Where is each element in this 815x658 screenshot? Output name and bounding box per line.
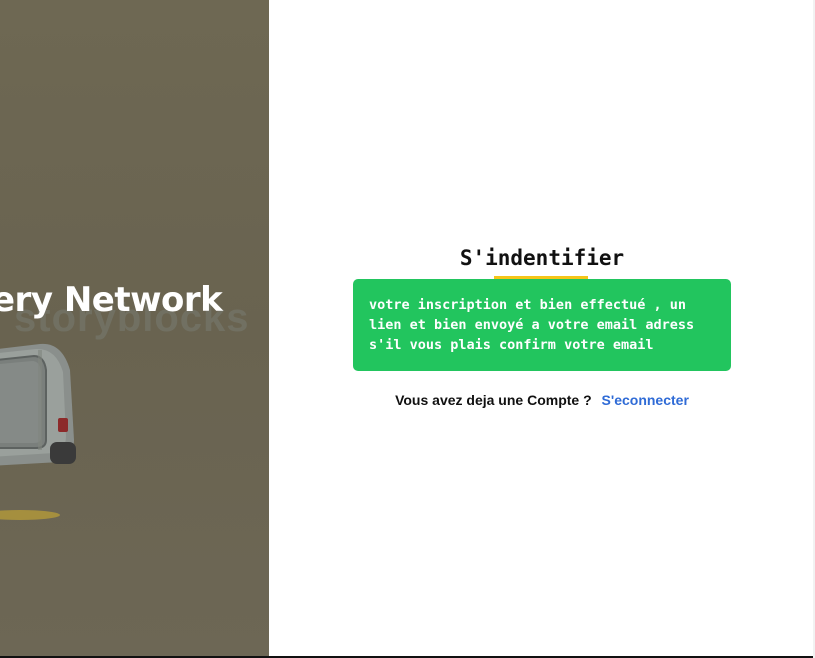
account-prompt-text: Vous avez deja une Compte ? <box>395 392 592 408</box>
hero-title: ery Network <box>0 280 223 320</box>
success-alert: votre inscription et bien effectué , un … <box>353 279 731 371</box>
login-link[interactable]: S'econnecter <box>602 392 689 408</box>
account-prompt-line: Vous avez deja une Compte ? S'econnecter <box>353 392 731 408</box>
alert-message: votre inscription et bien effectué , un … <box>369 297 695 353</box>
hero-panel: storyblocks ery Network <box>0 0 269 656</box>
delivery-van-illustration <box>0 343 76 520</box>
page: storyblocks ery Network S'indentifier vo… <box>0 0 815 658</box>
page-title: S'indentifier <box>459 246 625 270</box>
